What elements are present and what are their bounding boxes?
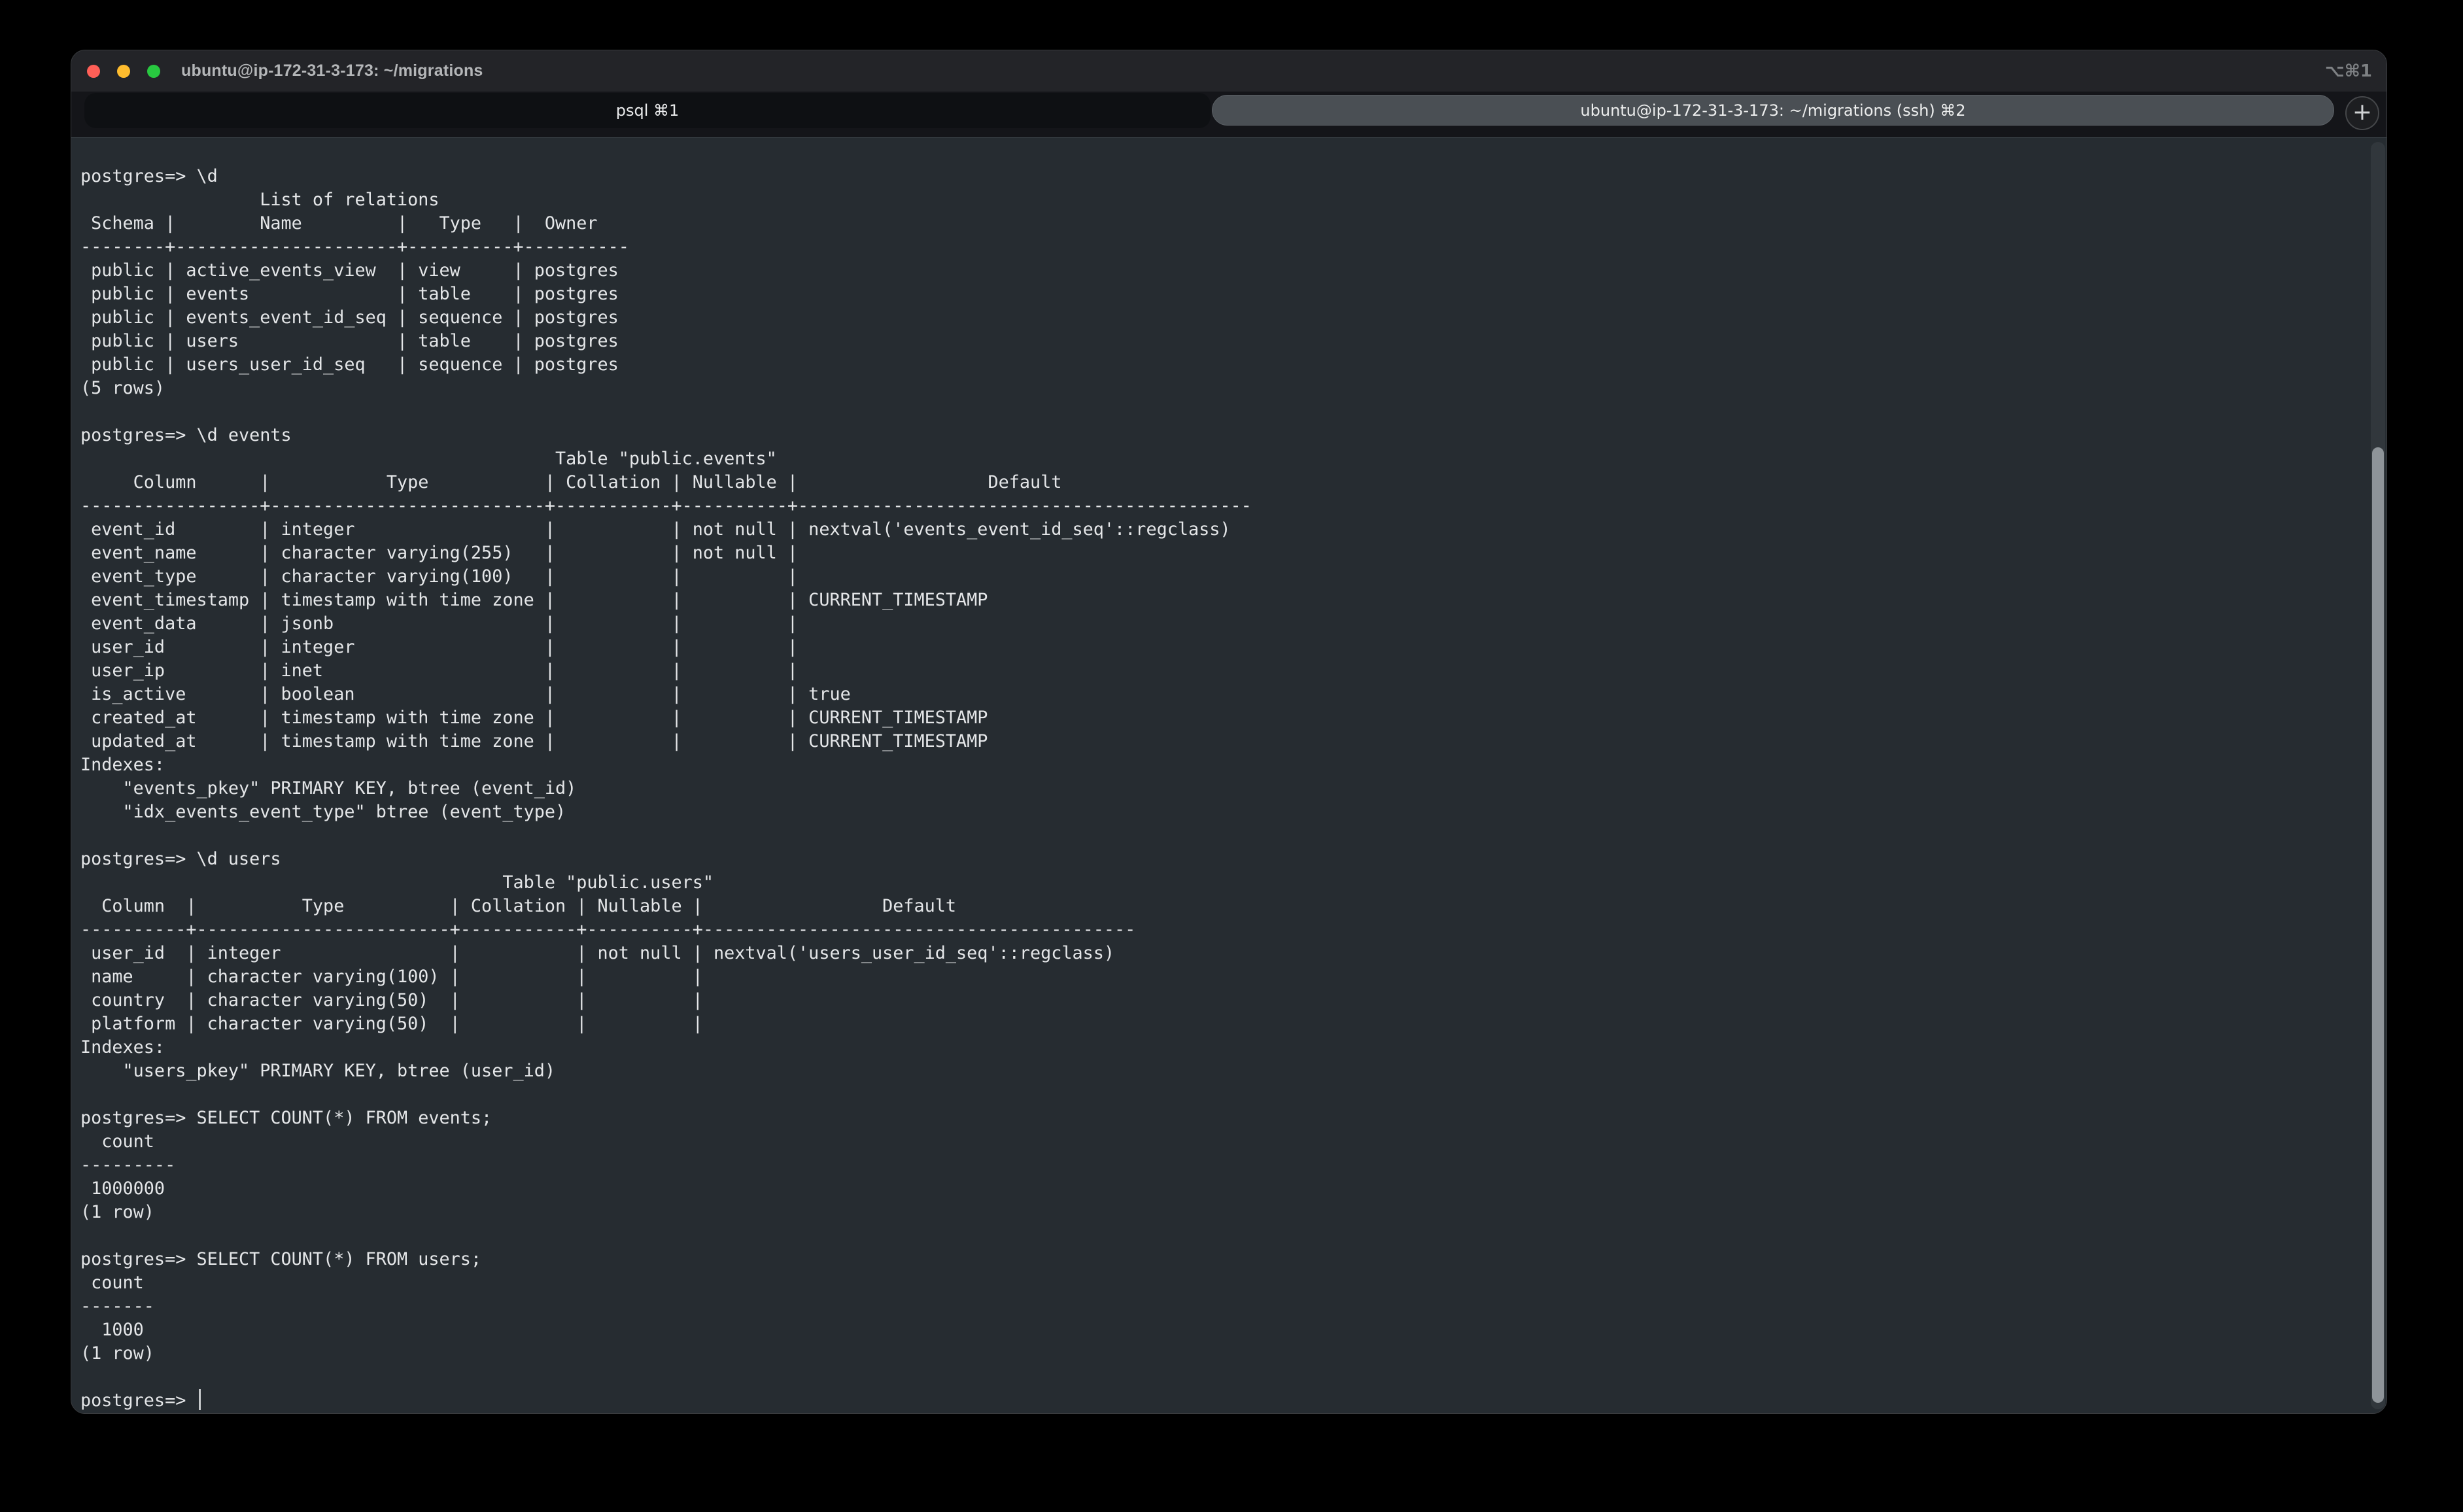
terminal-screen[interactable]: postgres=> \d List of relations Schema |… (71, 137, 2386, 1413)
zoom-button[interactable] (147, 65, 160, 78)
terminal-output: postgres=> \d List of relations Schema |… (71, 138, 2386, 1413)
tab-psql[interactable]: psql ⌘1 (84, 93, 1211, 128)
minimize-button[interactable] (117, 65, 130, 78)
scrollbar-thumb[interactable] (2372, 447, 2384, 1403)
shell-prompt: postgres=> (80, 1390, 196, 1411)
new-tab-button[interactable]: + (2345, 96, 2379, 130)
window-shortcut-hint: ⌥⌘1 (2325, 61, 2372, 81)
terminal-scrollback: postgres=> \d List of relations Schema |… (80, 166, 1252, 1364)
window-title: ubuntu@ip-172-31-3-173: ~/migrations (181, 61, 483, 80)
traffic-lights (87, 65, 160, 78)
text-cursor (199, 1389, 201, 1410)
scrollbar-track[interactable] (2371, 142, 2385, 1409)
terminal-window: ubuntu@ip-172-31-3-173: ~/migrations ⌥⌘1… (71, 50, 2387, 1414)
close-button[interactable] (87, 65, 100, 78)
tab-psql-label: psql ⌘1 (616, 101, 680, 120)
tab-ssh-session[interactable]: ubuntu@ip-172-31-3-173: ~/migrations (ss… (1212, 95, 2334, 126)
titlebar[interactable]: ubuntu@ip-172-31-3-173: ~/migrations ⌥⌘1 (71, 50, 2386, 92)
tab-bar: psql ⌘1 ubuntu@ip-172-31-3-173: ~/migrat… (71, 92, 2386, 137)
tab-ssh-session-label: ubuntu@ip-172-31-3-173: ~/migrations (ss… (1580, 101, 1965, 120)
